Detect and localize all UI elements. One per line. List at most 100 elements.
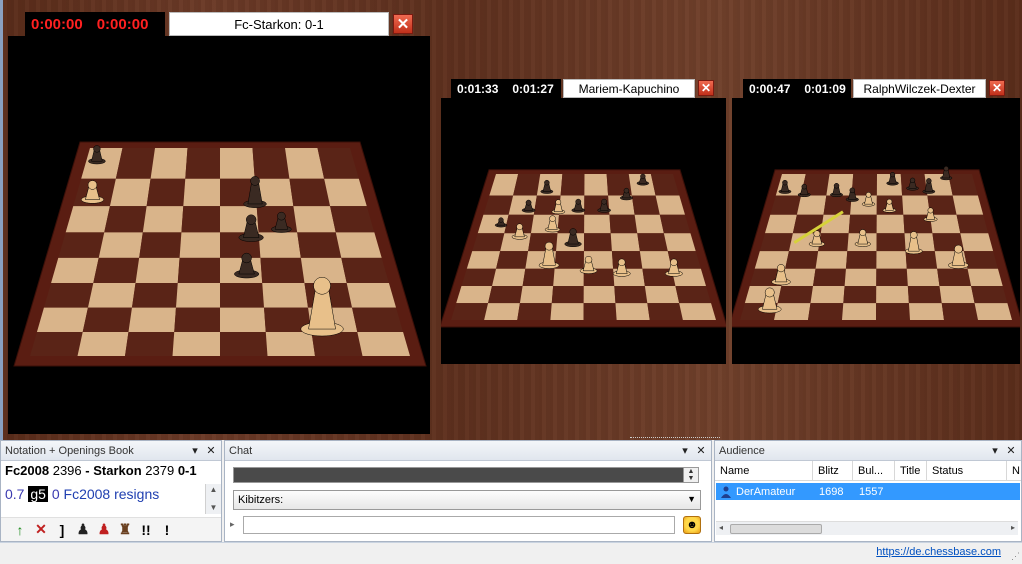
board-square[interactable] <box>876 286 909 304</box>
pieces-icon[interactable]: ♜ <box>118 521 132 539</box>
column-n[interactable]: N <box>1007 461 1021 480</box>
board-square[interactable] <box>956 214 989 234</box>
board-square[interactable] <box>764 214 797 234</box>
resize-grip-icon[interactable]: ⋰ <box>1011 551 1020 562</box>
scroll-right-icon[interactable]: ▸ <box>1011 523 1015 532</box>
board-square[interactable] <box>146 178 186 207</box>
board-square[interactable] <box>185 148 220 179</box>
board-square[interactable] <box>812 268 846 287</box>
double-exclam-icon[interactable]: !! <box>139 521 153 539</box>
board-square[interactable] <box>844 268 877 287</box>
board-square[interactable] <box>82 307 132 332</box>
board-square[interactable] <box>172 331 221 356</box>
board-square[interactable] <box>142 206 184 233</box>
board-square[interactable] <box>974 303 1012 320</box>
board-square[interactable] <box>58 232 105 258</box>
board-square[interactable] <box>289 178 331 207</box>
board-square[interactable] <box>876 268 908 287</box>
green-up-arrow-icon[interactable]: ↑ <box>13 521 27 539</box>
board-square[interactable] <box>131 282 178 308</box>
table-row[interactable]: DerAmateur 1698 1557 <box>716 483 1020 500</box>
board-square[interactable] <box>528 233 558 252</box>
board-square[interactable] <box>357 331 410 356</box>
board-square[interactable] <box>346 282 397 308</box>
board-square[interactable] <box>220 282 265 308</box>
board-square[interactable] <box>174 307 220 332</box>
board-square[interactable] <box>808 303 844 320</box>
board-square[interactable] <box>65 206 110 233</box>
board-square[interactable] <box>647 303 683 320</box>
board-square[interactable] <box>907 286 942 304</box>
move-token[interactable]: g5 <box>28 486 48 502</box>
board-square[interactable] <box>262 282 309 308</box>
board-square[interactable] <box>220 307 266 332</box>
board-square[interactable] <box>792 214 824 234</box>
board-square[interactable] <box>451 303 489 320</box>
board-square[interactable] <box>87 282 136 308</box>
game-title[interactable]: Fc-Starkon: 0-1 <box>169 12 389 36</box>
board-square[interactable] <box>785 251 819 269</box>
exclam-icon[interactable]: ! <box>160 521 174 539</box>
dropdown-icon[interactable]: ▾ <box>679 444 691 457</box>
board-square[interactable] <box>908 303 944 320</box>
close-board-button[interactable]: ✕ <box>989 80 1005 96</box>
column-status[interactable]: Status <box>927 461 1007 480</box>
board-square[interactable] <box>150 148 188 179</box>
board-square[interactable] <box>51 257 99 283</box>
board-square[interactable] <box>177 257 220 283</box>
board-square[interactable] <box>297 232 342 258</box>
board-square[interactable] <box>774 303 811 320</box>
column-bullet[interactable]: Bul... <box>853 461 895 480</box>
board-square[interactable] <box>639 251 672 269</box>
board-square[interactable] <box>876 214 905 234</box>
board-square[interactable] <box>550 303 584 320</box>
board-square[interactable] <box>584 214 611 234</box>
board-square[interactable] <box>341 257 389 283</box>
board-square[interactable] <box>610 233 640 252</box>
board-square[interactable] <box>810 286 845 304</box>
board-square[interactable] <box>522 268 555 287</box>
board-square[interactable] <box>484 303 520 320</box>
board-square[interactable] <box>181 206 220 233</box>
board-square[interactable] <box>220 331 268 356</box>
scroll-up-icon[interactable]: ▲ <box>206 484 221 496</box>
board-square[interactable] <box>220 148 255 179</box>
board-square[interactable] <box>125 331 175 356</box>
board-square[interactable] <box>472 233 505 252</box>
board-square[interactable] <box>517 303 552 320</box>
board-square[interactable] <box>845 251 877 269</box>
board-square[interactable] <box>560 174 585 196</box>
board-square[interactable] <box>583 233 612 252</box>
black-pawn-icon[interactable]: ♟ <box>76 521 90 539</box>
board-square[interactable] <box>179 232 220 258</box>
board-square[interactable] <box>614 286 648 304</box>
bracket-icon[interactable]: ] <box>55 521 69 539</box>
board-square[interactable] <box>967 268 1003 287</box>
chat-input[interactable] <box>243 516 675 534</box>
board-square[interactable] <box>30 331 83 356</box>
spin-icon[interactable]: ▲ ▼ <box>683 467 699 483</box>
board-square[interactable] <box>175 282 220 308</box>
board-square[interactable] <box>551 286 584 304</box>
board-square[interactable] <box>963 251 998 269</box>
column-blitz[interactable]: Blitz <box>813 461 853 480</box>
board-square[interactable] <box>98 232 143 258</box>
board-square[interactable] <box>939 286 975 304</box>
game-title[interactable]: RalphWilczek-Dexter <box>853 79 986 98</box>
board-square[interactable] <box>971 286 1008 304</box>
board-square[interactable] <box>330 206 375 233</box>
board-square[interactable] <box>815 251 848 269</box>
board-square[interactable] <box>777 286 813 304</box>
board-square[interactable] <box>960 233 994 252</box>
board-square[interactable] <box>583 286 616 304</box>
board-square[interactable] <box>77 331 129 356</box>
board-square[interactable] <box>461 268 497 287</box>
board-square[interactable] <box>644 286 680 304</box>
red-pawn-icon[interactable]: ♟ <box>97 521 111 539</box>
board-square[interactable] <box>456 286 493 304</box>
close-board-button[interactable]: ✕ <box>698 80 714 96</box>
board-square[interactable] <box>637 233 668 252</box>
dropdown-icon[interactable]: ▾ <box>189 444 201 457</box>
board-square[interactable] <box>675 286 712 304</box>
board-square[interactable] <box>906 268 940 287</box>
